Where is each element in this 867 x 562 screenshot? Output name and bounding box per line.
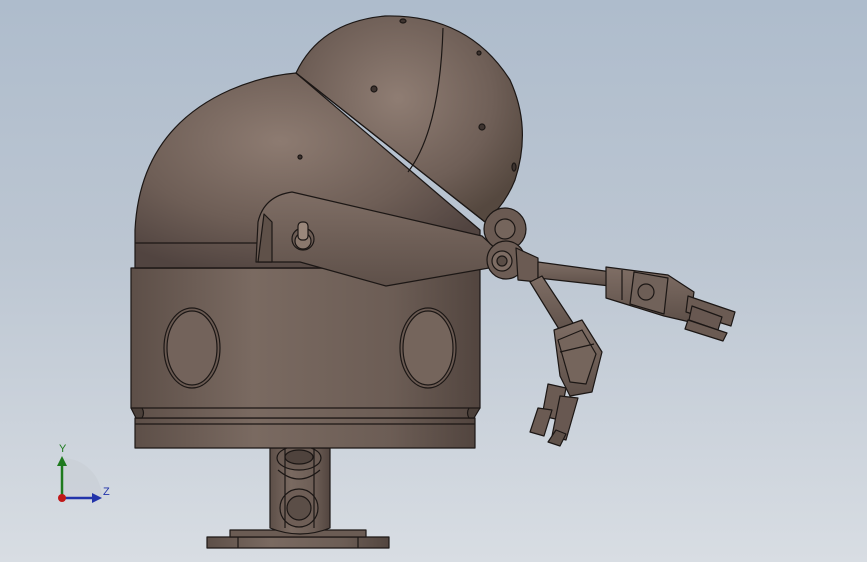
orientation-triad[interactable]: Y Z — [40, 438, 130, 518]
graphics-viewport[interactable]: Y Z — [0, 0, 867, 562]
robot-model[interactable] — [0, 0, 867, 562]
left-arm — [529, 275, 603, 447]
elbow-joint — [483, 207, 539, 283]
y-axis-label: Y — [59, 443, 67, 455]
z-axis-label: Z — [103, 486, 110, 498]
body-cylinder — [130, 267, 481, 449]
neck-joint — [269, 445, 331, 535]
